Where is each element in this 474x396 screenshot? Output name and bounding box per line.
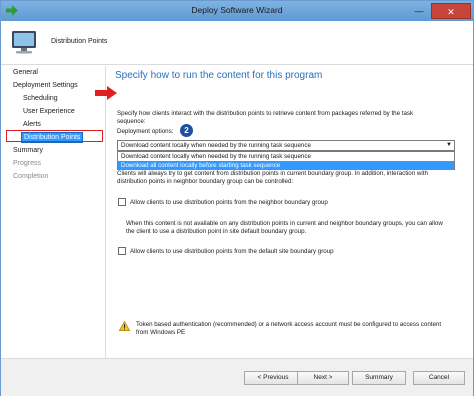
nav-item-progress: Progress [13,160,42,167]
nav-item-general[interactable]: General [13,69,38,76]
wizard-footer: < Previous Next > Summary Cancel [1,358,473,396]
step-badge: 2 [180,124,193,137]
intro-text-line2: sequence: [117,118,146,125]
warning-text-line1: Token based authentication (recommended)… [136,321,442,328]
deployment-options-select[interactable]: Download content locally when needed by … [117,140,455,151]
clients-text-line1: Clients will always try to get content f… [117,170,428,177]
nav-item-user-experience[interactable]: User Experience [23,108,75,115]
deployment-options-label: Deployment options: [117,128,174,135]
next-button[interactable]: Next > [297,371,349,385]
summary-button[interactable]: Summary [352,371,406,385]
content-pane: Specify how to run the content for this … [105,66,473,358]
previous-button[interactable]: < Previous [244,371,302,385]
clients-text-line2: distribution points in neighbor boundary… [117,178,294,185]
wizard-window: Deploy Software Wizard — ✕ Distribution … [0,0,474,396]
window-title: Deploy Software Wizard [191,5,283,15]
deployment-options-list[interactable]: Download content locally when needed by … [117,151,455,170]
nav-item-summary[interactable]: Summary [13,147,43,154]
title-bar[interactable]: Deploy Software Wizard — ✕ [1,1,473,21]
default-group-label[interactable]: Allow clients to use distribution points… [130,248,334,255]
page-header: Distribution Points [1,21,473,65]
red-arrow-icon [95,86,117,100]
neighbor-group-label[interactable]: Allow clients to use distribution points… [130,199,328,206]
neighbor-group-checkbox[interactable] [118,198,126,206]
fallback-text-line1: When this content is not available on an… [126,220,443,227]
warning-text-line2: from Windows PE [136,329,186,336]
fallback-text-line2: the client to use a distribution point i… [126,228,307,235]
nav-item-completion: Completion [13,173,49,180]
nav-item-deployment-settings[interactable]: Deployment Settings [13,82,78,89]
highlight-box [6,130,103,142]
minimize-button[interactable]: — [409,3,429,19]
content-heading: Specify how to run the content for this … [115,70,323,81]
option-download-when-needed[interactable]: Download content locally when needed by … [118,152,454,161]
close-button[interactable]: ✕ [431,3,471,19]
cancel-button[interactable]: Cancel [413,371,465,385]
warning-icon [119,321,130,331]
nav-item-alerts[interactable]: Alerts [23,121,41,128]
computer-icon [12,31,36,54]
nav-item-scheduling[interactable]: Scheduling [23,95,58,102]
header-title: Distribution Points [51,38,108,45]
intro-text-line1: Specify how clients interact with the di… [117,110,414,117]
default-group-checkbox[interactable] [118,247,126,255]
wizard-nav: General Deployment Settings Scheduling U… [1,66,105,358]
chevron-down-icon[interactable]: ▼ [446,141,452,150]
select-value: Download content locally when needed by … [121,142,311,149]
option-download-all-before[interactable]: Download all content locally before star… [118,161,454,170]
